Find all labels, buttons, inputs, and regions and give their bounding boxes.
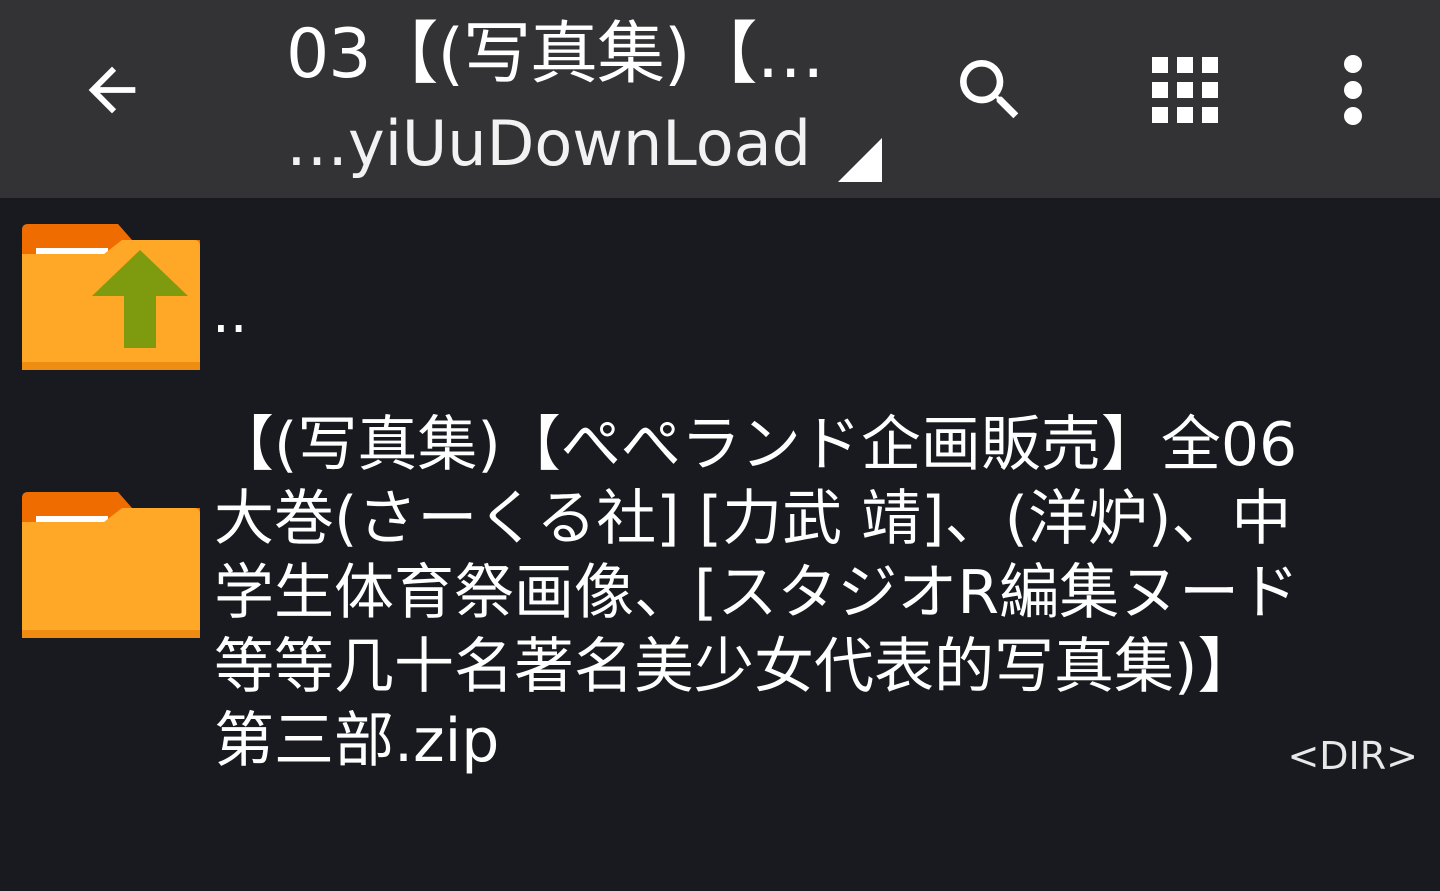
folder-icon [22, 492, 200, 638]
parent-folder-label: .. [212, 281, 248, 346]
list-item-zip-folder[interactable]: 【(写真集)【ぺぺランド企画販売】全06大巻(さーくる社] [力武 靖]、(洋炉… [0, 384, 1440, 782]
grid-view-button[interactable] [1135, 40, 1235, 140]
file-name: 【(写真集)【ぺぺランド企画販売】全06大巻(さーくる社] [力武 靖]、(洋炉… [214, 410, 1300, 776]
path-title-dropdown[interactable]: 03【(写真集)【… …yiUuDownLoad [286, 0, 906, 198]
back-button[interactable] [62, 40, 162, 140]
arrow-left-icon [88, 66, 136, 114]
dropdown-triangle-icon [838, 138, 882, 182]
dir-badge: <DIR> [1287, 734, 1418, 778]
folder-up-icon [22, 224, 200, 370]
grid-view-icon [1152, 57, 1218, 123]
more-vert-icon [1344, 55, 1362, 125]
search-button[interactable] [940, 40, 1040, 140]
search-icon [960, 60, 1019, 119]
more-options-button[interactable] [1303, 40, 1403, 140]
folder-path: …yiUuDownLoad [286, 108, 812, 180]
list-item-parent-folder[interactable]: .. [0, 198, 1440, 384]
folder-title: 03【(写真集)【… [286, 15, 825, 94]
empty-list-area [0, 782, 1440, 891]
file-list: .. 【(写真集)【ぺぺランド企画販売】全06大巻(さーくる社] [力武 靖]、… [0, 198, 1440, 782]
app-toolbar: 03【(写真集)【… …yiUuDownLoad [0, 0, 1440, 198]
